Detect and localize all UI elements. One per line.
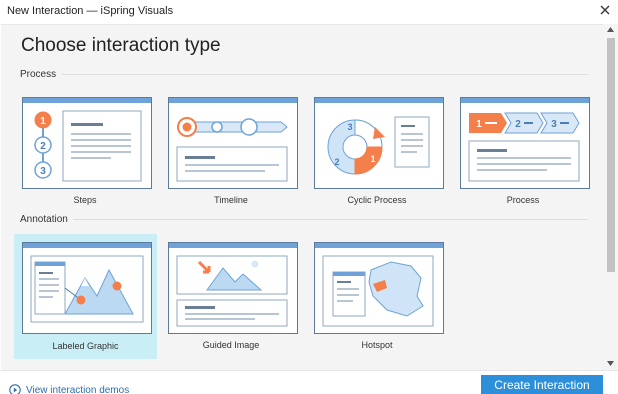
process-thumbnail: 1 2 3 bbox=[460, 97, 590, 189]
page-title: Choose interaction type bbox=[21, 35, 221, 56]
card-steps[interactable]: 1 2 3 Steps bbox=[17, 92, 163, 210]
section-divider bbox=[62, 74, 588, 75]
card-label: Hotspot bbox=[361, 340, 393, 350]
scrollbar-thumb[interactable] bbox=[607, 38, 615, 272]
card-label: Process bbox=[506, 195, 540, 205]
cyclic-process-thumbnail: 3 2 1 bbox=[314, 97, 444, 189]
card-label: Guided Image bbox=[202, 340, 260, 350]
process-step-number: 2 bbox=[515, 119, 521, 130]
card-guided-image[interactable]: Guided Image bbox=[163, 237, 309, 355]
section-label-process: Process bbox=[20, 69, 57, 80]
scroll-up-arrow-icon[interactable] bbox=[607, 27, 614, 32]
interaction-type-panel: Choose interaction type Process 1 2 3 St… bbox=[1, 24, 603, 370]
view-demos-link-label: View interaction demos bbox=[26, 384, 130, 394]
section-label-annotation: Annotation bbox=[20, 214, 68, 225]
card-label: Labeled Graphic bbox=[52, 341, 119, 351]
timeline-thumbnail bbox=[168, 97, 298, 189]
view-demos-link[interactable]: View interaction demos bbox=[9, 384, 129, 394]
window-title: New Interaction — iSpring Visuals bbox=[7, 5, 174, 17]
guided-image-thumbnail bbox=[168, 242, 298, 334]
process-step-number: 1 bbox=[476, 119, 482, 130]
steps-thumbnail: 1 2 3 bbox=[22, 97, 152, 189]
card-process[interactable]: 1 2 3 Process bbox=[455, 92, 601, 210]
card-label: Cyclic Process bbox=[347, 195, 407, 205]
dialog-footer: View interaction demos Create Interactio… bbox=[0, 370, 618, 394]
close-button[interactable] bbox=[596, 0, 614, 20]
card-timeline[interactable]: Timeline bbox=[163, 92, 309, 210]
section-divider bbox=[73, 219, 588, 220]
step-number: 2 bbox=[40, 141, 46, 152]
play-circle-icon bbox=[9, 384, 21, 394]
cycle-step-number: 3 bbox=[347, 122, 352, 132]
hotspot-thumbnail bbox=[314, 242, 444, 334]
close-icon bbox=[600, 5, 610, 15]
title-bar: New Interaction — iSpring Visuals bbox=[0, 0, 618, 24]
step-number: 1 bbox=[40, 116, 46, 127]
card-labeled-graphic[interactable]: Labeled Graphic bbox=[14, 234, 157, 359]
process-step-number: 3 bbox=[551, 119, 557, 130]
card-hotspot[interactable]: Hotspot bbox=[309, 237, 455, 355]
cycle-step-number: 1 bbox=[370, 154, 375, 164]
labeled-graphic-thumbnail bbox=[22, 242, 152, 334]
cycle-step-number: 2 bbox=[334, 157, 339, 167]
step-number: 3 bbox=[40, 166, 46, 177]
create-interaction-button[interactable]: Create Interaction bbox=[481, 375, 603, 394]
card-label: Timeline bbox=[214, 195, 248, 205]
scroll-down-arrow-icon[interactable] bbox=[607, 361, 614, 366]
card-label: Steps bbox=[73, 195, 97, 205]
vertical-scrollbar[interactable] bbox=[603, 24, 618, 370]
card-cyclic-process[interactable]: 3 2 1 Cyclic Process bbox=[309, 92, 455, 210]
